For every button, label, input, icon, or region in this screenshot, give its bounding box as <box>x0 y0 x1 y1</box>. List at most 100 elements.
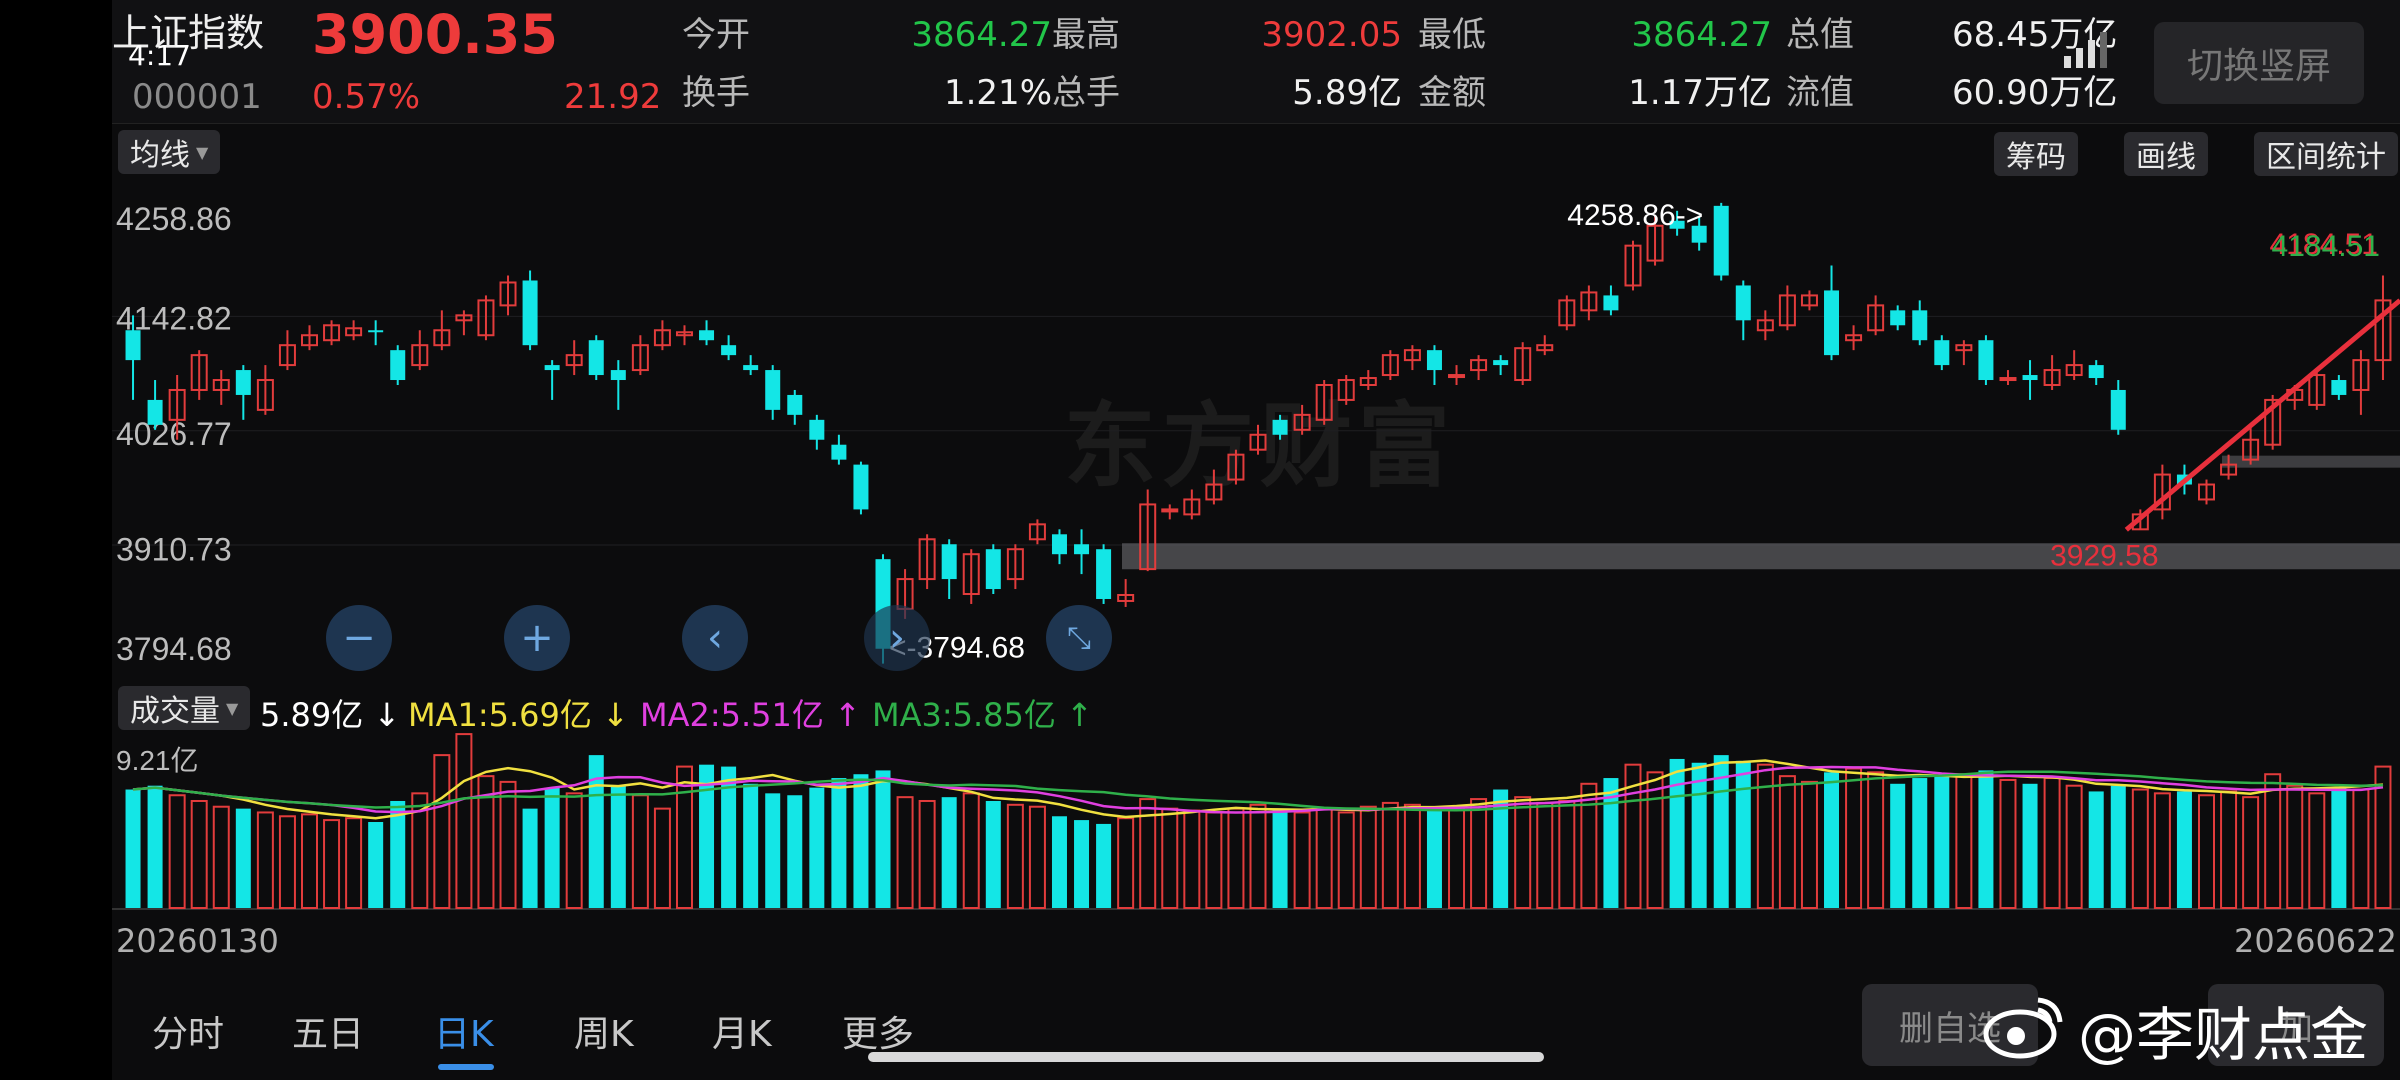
volume-bar-up <box>2242 796 2260 909</box>
volume-bar-up <box>1580 782 1598 909</box>
candle-body-down <box>1912 310 1928 341</box>
volume-bar-up <box>455 733 473 909</box>
field-label-turnover: 换手 <box>682 73 750 113</box>
volume-bar-up <box>1315 807 1333 909</box>
field-value-amount: 1.17万亿 <box>1628 73 1772 113</box>
volume-bar-up <box>1536 801 1554 909</box>
signal-icon <box>2064 32 2107 68</box>
volume-bar-up <box>675 765 693 910</box>
volume-bar-up <box>1293 811 1311 909</box>
chevron-right-icon: › <box>889 615 905 661</box>
ma-select-label: 均线 <box>130 138 190 173</box>
support-band <box>1122 543 2400 570</box>
tab-monthly-k[interactable]: 月K <box>712 1005 772 1057</box>
candle-body-down <box>1493 360 1509 366</box>
volume-bar-down <box>743 783 759 908</box>
tab-intraday[interactable]: 分时 <box>152 1005 224 1057</box>
volume-bar-up <box>918 799 936 909</box>
tab-more[interactable]: 更多 <box>842 1005 914 1057</box>
candle-body-down <box>147 399 163 425</box>
volume-bar-up <box>1514 796 1532 909</box>
volume-bar-up <box>2264 773 2282 909</box>
volume-bar-down <box>1978 770 1994 908</box>
volume-bar-up <box>1778 775 1796 909</box>
resistance-band <box>2222 455 2400 468</box>
volume-bar-up <box>1999 778 2017 909</box>
volume-bar-up <box>1558 799 1576 909</box>
volume-bar-up <box>2153 792 2171 909</box>
volume-bar-down <box>2022 783 2038 908</box>
volume-bar-up <box>1646 771 1664 909</box>
chevron-left-icon: ‹ <box>707 615 723 661</box>
stock-app-screen: 上证指数 4:17 3900.35 000001 0.57% 21.92 今开 … <box>112 0 2400 1080</box>
scroll-left-button[interactable]: ‹ <box>682 605 748 671</box>
field-label-amount: 金额 <box>1418 73 1486 113</box>
zoom-in-button[interactable]: + <box>504 605 570 671</box>
active-tab-indicator <box>438 1064 494 1070</box>
field-label-volume: 总手 <box>1052 73 1120 113</box>
volume-bar-up <box>433 754 451 909</box>
reset-zoom-button[interactable]: ⤡ <box>1046 605 1112 671</box>
volume-bar-up <box>1381 801 1399 909</box>
candle-body-down <box>809 419 825 440</box>
volume-bar-up <box>1845 767 1863 910</box>
candle-body-down <box>1096 549 1112 599</box>
compress-icon: ⤡ <box>1067 620 1091 656</box>
volume-bar-up <box>1867 771 1885 909</box>
tab-daily-k[interactable]: 日K <box>434 1005 494 1057</box>
volume-bar-down <box>787 795 803 908</box>
volume-bar-up <box>2065 784 2083 909</box>
volume-bar-down <box>1426 808 1442 908</box>
range-stats-button[interactable]: 区间统计 <box>2254 132 2398 176</box>
volume-bar-down <box>831 778 847 908</box>
volume-bar-up <box>2220 790 2238 909</box>
candle-body-down <box>699 330 715 341</box>
candle-body-down <box>1426 350 1442 371</box>
candle-body-down <box>235 370 251 395</box>
field-label-open: 今开 <box>682 15 750 55</box>
tab-weekly-k[interactable]: 周K <box>574 1005 634 1057</box>
candle-body-up <box>1448 374 1466 379</box>
volume-chart[interactable]: 9.21亿 <box>112 690 2400 920</box>
high-annotation: 4258.86-> <box>1567 199 1703 232</box>
volume-bar-up <box>300 813 318 909</box>
candle-body-down <box>1051 534 1067 555</box>
draw-line-button[interactable]: 画线 <box>2124 132 2208 176</box>
ma-select[interactable]: 均线 ▼ <box>118 130 221 174</box>
volume-bar-down <box>1272 810 1288 908</box>
candle-body-down <box>2088 365 2104 379</box>
chart-toolbar: 均线 ▼ 筹码 画线 区间统计 <box>112 126 2400 180</box>
change-pts: 21.92 <box>564 77 662 117</box>
candle-body-down <box>1824 290 1840 356</box>
volume-bar-down <box>1735 760 1751 908</box>
tab-five-day[interactable]: 五日 <box>292 1005 364 1057</box>
candle-body-down <box>544 365 560 371</box>
candle-body-down <box>1713 205 1729 276</box>
field-value-turnover: 1.21% <box>943 73 1052 113</box>
weibo-logo-icon <box>1983 997 2063 1059</box>
volume-bar-up <box>2131 788 2149 909</box>
volume-bar-down <box>1824 772 1840 908</box>
field-value-volume: 5.89亿 <box>1292 73 1402 113</box>
chip-button[interactable]: 筹码 <box>1994 132 2078 176</box>
volume-bar-up <box>1028 805 1046 909</box>
volume-bar-down <box>2331 787 2347 908</box>
kline-chart[interactable]: 4258.864142.824026.773910.733794.684258.… <box>112 180 2400 680</box>
candle-body-down <box>941 544 957 580</box>
candle-body-up <box>1999 377 2017 382</box>
scroll-right-button[interactable]: › <box>864 605 930 671</box>
candle-body-down <box>787 394 803 415</box>
volume-bar-down <box>1096 823 1112 908</box>
candle-body-down <box>2331 380 2347 395</box>
candle-body-down <box>368 330 384 333</box>
volume-bar-down <box>1051 816 1067 908</box>
y-tick-label: 3794.68 <box>116 631 232 667</box>
zoom-out-button[interactable]: − <box>326 605 392 671</box>
gesture-home-bar[interactable] <box>868 1052 1544 1062</box>
candle-body-down <box>831 444 847 460</box>
volume-bar-up <box>1337 811 1355 909</box>
trend-start-label: 3929.58 <box>2050 540 2158 573</box>
volume-bar-up <box>345 817 363 909</box>
switch-portrait-button[interactable]: 切换竖屏 <box>2154 22 2364 104</box>
candle-body-down <box>2110 389 2126 430</box>
